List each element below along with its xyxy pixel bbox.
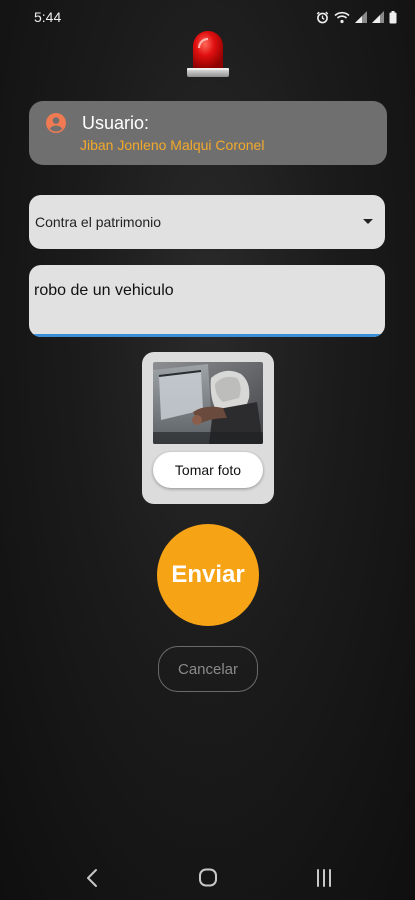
- alarm-icon: [316, 11, 329, 24]
- person-circle-icon: [45, 112, 67, 134]
- home-icon[interactable]: [193, 865, 223, 891]
- category-select-value: Contra el patrimonio: [35, 214, 162, 230]
- signal-icon: [355, 11, 367, 23]
- cancel-button[interactable]: Cancelar: [158, 646, 258, 692]
- user-name: Jiban Jonleno Malqui Coronel: [80, 137, 265, 153]
- user-label: Usuario:: [82, 113, 150, 133]
- user-card: Usuario: Jiban Jonleno Malqui Coronel: [29, 101, 387, 165]
- status-time: 5:44: [34, 9, 62, 25]
- description-field[interactable]: robo de un vehiculo: [29, 265, 385, 337]
- status-icons: [316, 10, 397, 24]
- photo-preview: [153, 362, 263, 444]
- wifi-icon: [334, 11, 350, 24]
- description-value: robo de un vehiculo: [34, 282, 174, 299]
- send-button[interactable]: Enviar: [157, 524, 259, 626]
- take-photo-button[interactable]: Tomar foto: [153, 452, 263, 488]
- dropdown-arrow-icon: [363, 219, 373, 224]
- photo-card: Tomar foto: [142, 352, 274, 504]
- navigation-bar: [0, 855, 415, 900]
- battery-icon: [389, 10, 397, 24]
- category-select[interactable]: Contra el patrimonio: [29, 195, 385, 249]
- back-icon[interactable]: [78, 865, 108, 891]
- signal-icon: [372, 11, 384, 23]
- description-underline: [29, 334, 385, 337]
- siren-icon: [181, 28, 235, 82]
- recents-icon[interactable]: [309, 865, 339, 891]
